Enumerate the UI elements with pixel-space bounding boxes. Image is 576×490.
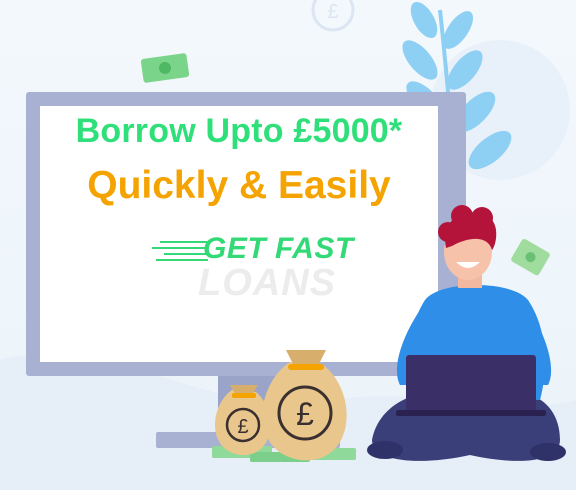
person-with-laptop <box>367 205 566 461</box>
money-bag-icon: £ <box>214 385 271 456</box>
foot <box>367 441 403 459</box>
svg-text:£: £ <box>237 416 248 438</box>
svg-text:£: £ <box>296 396 314 432</box>
foot <box>530 443 566 461</box>
money-bag-icon: £ <box>262 350 347 461</box>
foreground-illustration: £ £ <box>212 205 566 462</box>
